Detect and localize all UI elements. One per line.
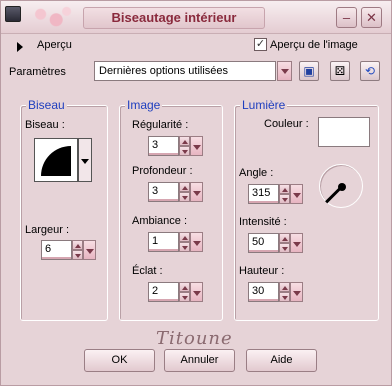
intensity-down-button[interactable]: [279, 243, 290, 253]
color-label: Couleur :: [264, 118, 309, 130]
save-icon: ▣: [303, 64, 315, 78]
smoothness-down-button[interactable]: [179, 146, 190, 156]
depth-value[interactable]: 3: [148, 182, 179, 202]
intensity-value[interactable]: 50: [248, 233, 279, 253]
elevation-dropdown-button[interactable]: [290, 282, 303, 302]
dice-icon: ⚄: [334, 64, 346, 78]
width-down-button[interactable]: [72, 250, 83, 260]
depth-up-button[interactable]: [179, 182, 190, 192]
elevation-label: Hauteur :: [239, 265, 285, 277]
shininess-up-button[interactable]: [179, 282, 190, 292]
app-icon: [5, 6, 21, 22]
light-color-swatch[interactable]: [318, 117, 370, 147]
angle-value[interactable]: 315: [248, 184, 279, 204]
ambience-up-button[interactable]: [179, 232, 190, 242]
bevel-shape-label: Biseau :: [25, 119, 65, 131]
intensity-up-button[interactable]: [279, 233, 290, 243]
bevel-shape-dropdown[interactable]: [78, 138, 92, 182]
cancel-button[interactable]: Annuler: [164, 349, 235, 372]
width-label: Largeur :: [25, 224, 70, 236]
presets-dropdown[interactable]: Dernières options utilisées: [94, 61, 276, 81]
image-group-title: Image: [125, 98, 163, 112]
shininess-label: Éclat :: [132, 265, 163, 277]
intensity-spinner[interactable]: 50: [248, 233, 303, 253]
ambience-dropdown-button[interactable]: [190, 232, 203, 252]
ambience-label: Ambiance :: [132, 215, 188, 227]
bevel-group-title: Biseau: [26, 98, 67, 112]
elevation-value[interactable]: 30: [248, 282, 279, 302]
ambience-down-button[interactable]: [179, 242, 190, 252]
minimize-button[interactable]: –: [336, 7, 357, 28]
smoothness-value[interactable]: 3: [148, 136, 179, 156]
angle-spinner[interactable]: 315: [248, 184, 303, 204]
angle-dial[interactable]: [319, 164, 363, 208]
angle-label: Angle :: [239, 167, 274, 179]
depth-down-button[interactable]: [179, 192, 190, 202]
width-dropdown-button[interactable]: [83, 240, 96, 260]
depth-dropdown-button[interactable]: [190, 182, 203, 202]
width-spinner[interactable]: 6: [41, 240, 96, 260]
image-preview-label: Aperçu de l'image: [270, 39, 358, 51]
expand-preview-icon[interactable]: [17, 42, 23, 52]
shininess-down-button[interactable]: [179, 292, 190, 302]
reset-icon: ⟲: [364, 64, 376, 78]
title-bar[interactable]: Biseautage intérieur – ✕: [1, 1, 391, 34]
close-button[interactable]: ✕: [361, 7, 382, 28]
angle-knob: [338, 183, 346, 191]
depth-spinner[interactable]: 3: [148, 182, 203, 202]
dialog-title: Biseautage intérieur: [83, 7, 265, 29]
elevation-spinner[interactable]: 30: [248, 282, 303, 302]
decorative-flowers: [25, 3, 77, 31]
dialog-window: Biseautage intérieur – ✕ Aperçu ✓ Aperçu…: [0, 0, 392, 386]
smoothness-label: Régularité :: [132, 119, 189, 131]
depth-label: Profondeur :: [132, 165, 193, 177]
intensity-label: Intensité :: [239, 216, 287, 228]
watermark-signature: Titoune: [156, 328, 233, 349]
shininess-spinner[interactable]: 2: [148, 282, 203, 302]
ambience-spinner[interactable]: 1: [148, 232, 203, 252]
bevel-shape-preview[interactable]: [34, 138, 78, 182]
randomize-button[interactable]: ⚄: [330, 61, 350, 81]
angle-down-button[interactable]: [279, 194, 290, 204]
shininess-dropdown-button[interactable]: [190, 282, 203, 302]
presets-dropdown-arrow[interactable]: [277, 61, 292, 81]
smoothness-dropdown-button[interactable]: [190, 136, 203, 156]
elevation-down-button[interactable]: [279, 292, 290, 302]
width-up-button[interactable]: [72, 240, 83, 250]
smoothness-up-button[interactable]: [179, 136, 190, 146]
angle-up-button[interactable]: [279, 184, 290, 194]
light-group-title: Lumière: [240, 98, 288, 112]
width-value[interactable]: 6: [41, 240, 72, 260]
save-preset-button[interactable]: ▣: [299, 61, 319, 81]
intensity-dropdown-button[interactable]: [290, 233, 303, 253]
preview-label[interactable]: Aperçu: [37, 39, 72, 51]
shininess-value[interactable]: 2: [148, 282, 179, 302]
ok-button[interactable]: OK: [84, 349, 155, 372]
angle-dropdown-button[interactable]: [290, 184, 303, 204]
smoothness-spinner[interactable]: 3: [148, 136, 203, 156]
image-preview-checkbox[interactable]: ✓: [254, 38, 267, 51]
presets-label: Paramètres: [9, 66, 66, 78]
elevation-up-button[interactable]: [279, 282, 290, 292]
reset-button[interactable]: ⟲: [360, 61, 380, 81]
help-button[interactable]: Aide: [246, 349, 317, 372]
ambience-value[interactable]: 1: [148, 232, 179, 252]
